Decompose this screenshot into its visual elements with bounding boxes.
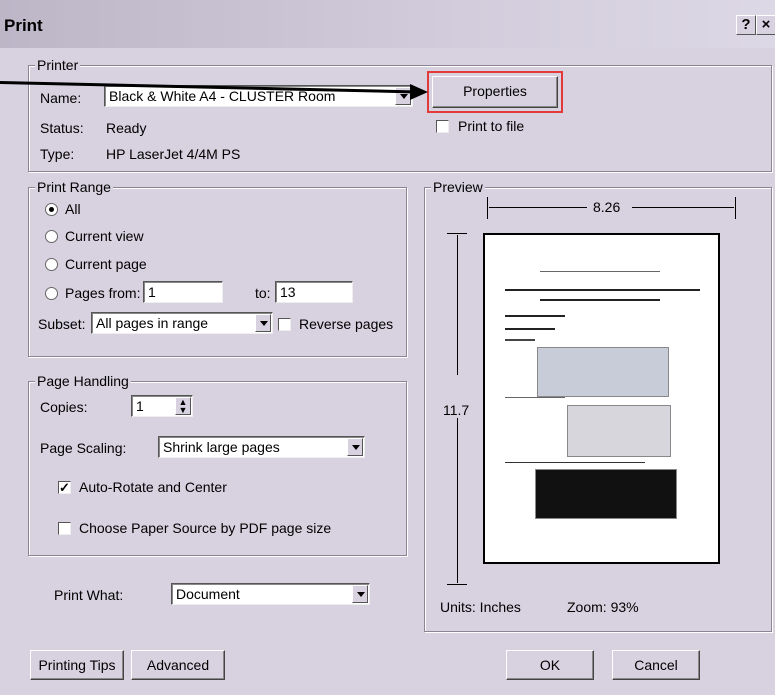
subset-label: Subset: — [38, 316, 86, 332]
printing-tips-button[interactable]: Printing Tips — [30, 650, 124, 680]
radio-pages-from[interactable] — [45, 287, 58, 300]
preview-text-line — [540, 271, 660, 272]
print-what-value: Document — [176, 586, 240, 602]
preview-console-image — [535, 469, 677, 519]
print-what-select[interactable]: Document — [171, 583, 370, 605]
printer-status-label: Status: — [40, 120, 84, 136]
properties-button[interactable]: Properties — [432, 76, 558, 108]
preview-units: Units: Inches — [440, 599, 521, 615]
print-dialog: Print ? × Printer Name: Black & White A4… — [0, 0, 775, 695]
choose-source-label: Choose Paper Source by PDF page size — [79, 520, 332, 536]
width-tick-left — [487, 197, 488, 219]
copies-spinner[interactable]: ▲ ▼ — [175, 397, 191, 415]
spin-down-icon[interactable]: ▼ — [176, 406, 190, 415]
printer-type-label: Type: — [40, 146, 75, 162]
title-bar: Print ? × — [0, 0, 775, 48]
subset-select[interactable]: All pages in range — [91, 312, 273, 334]
printer-name-label: Name: — [40, 90, 82, 106]
preview-zoom: Zoom: 93% — [567, 599, 639, 615]
pages-to-input[interactable]: 13 — [275, 281, 353, 303]
print-to-file-label: Print to file — [458, 118, 525, 134]
advanced-button[interactable]: Advanced — [131, 650, 225, 680]
preview-text-line — [505, 328, 555, 330]
height-dim-line-top — [457, 235, 458, 375]
copies-value: 1 — [136, 398, 144, 414]
printer-type-value: HP LaserJet 4/4M PS — [106, 146, 241, 162]
radio-current-page[interactable] — [45, 258, 58, 271]
chevron-down-icon[interactable] — [347, 438, 363, 456]
preview-height: 11.7 — [443, 402, 470, 418]
preview-text-line — [540, 299, 660, 301]
radio-current-view-label: Current view — [65, 228, 144, 244]
copies-label: Copies: — [40, 399, 88, 415]
radio-all-label: All — [65, 201, 81, 217]
pages-to-label: to: — [255, 285, 271, 301]
auto-rotate-checkbox[interactable]: ✓ — [58, 481, 71, 494]
help-button[interactable]: ? — [736, 15, 756, 35]
preview-legend: Preview — [431, 179, 485, 195]
print-what-label: Print What: — [54, 587, 124, 603]
preview-text-line — [505, 315, 565, 317]
print-to-file-checkbox[interactable] — [436, 120, 449, 133]
page-handling-legend: Page Handling — [35, 373, 131, 389]
radio-current-page-label: Current page — [65, 256, 147, 272]
close-button[interactable]: × — [756, 15, 775, 35]
preview-text-line — [505, 462, 645, 463]
width-tick-right — [735, 197, 736, 219]
pages-from-input[interactable]: 1 — [143, 281, 223, 303]
height-tick-bottom — [447, 584, 467, 585]
reverse-pages-label: Reverse pages — [299, 316, 394, 332]
ok-button[interactable]: OK — [506, 650, 594, 680]
preview-screenshot — [537, 347, 669, 397]
print-range-legend: Print Range — [35, 179, 113, 195]
width-dim-line-right — [632, 207, 734, 208]
height-tick-top — [447, 233, 467, 234]
subset-value: All pages in range — [96, 315, 209, 331]
auto-rotate-label: Auto-Rotate and Center — [79, 479, 227, 495]
width-dim-line-left — [489, 207, 587, 208]
dialog-title: Print — [4, 16, 43, 35]
preview-text-line — [505, 339, 535, 341]
cancel-button[interactable]: Cancel — [612, 650, 700, 680]
printer-status-value: Ready — [106, 120, 147, 136]
preview-width: 8.26 — [593, 199, 621, 215]
chevron-down-icon[interactable] — [352, 585, 368, 603]
page-scaling-label: Page Scaling: — [40, 440, 127, 456]
reverse-pages-checkbox[interactable] — [278, 318, 291, 331]
arrowhead-icon — [410, 84, 428, 100]
page-scaling-select[interactable]: Shrink large pages — [158, 436, 365, 458]
chevron-down-icon[interactable] — [255, 314, 271, 332]
radio-current-view[interactable] — [45, 230, 58, 243]
height-dim-line-bottom — [457, 418, 458, 583]
page-preview — [483, 233, 720, 564]
copies-input[interactable]: 1 ▲ ▼ — [131, 395, 193, 417]
preview-screenshot — [567, 405, 671, 457]
pages-from-label: Pages from: — [65, 285, 141, 301]
choose-source-checkbox[interactable] — [58, 522, 71, 535]
radio-all[interactable] — [45, 203, 58, 216]
preview-text-line — [505, 397, 565, 398]
page-scaling-value: Shrink large pages — [163, 439, 280, 455]
printer-legend: Printer — [35, 57, 81, 73]
preview-text-line — [505, 289, 700, 291]
